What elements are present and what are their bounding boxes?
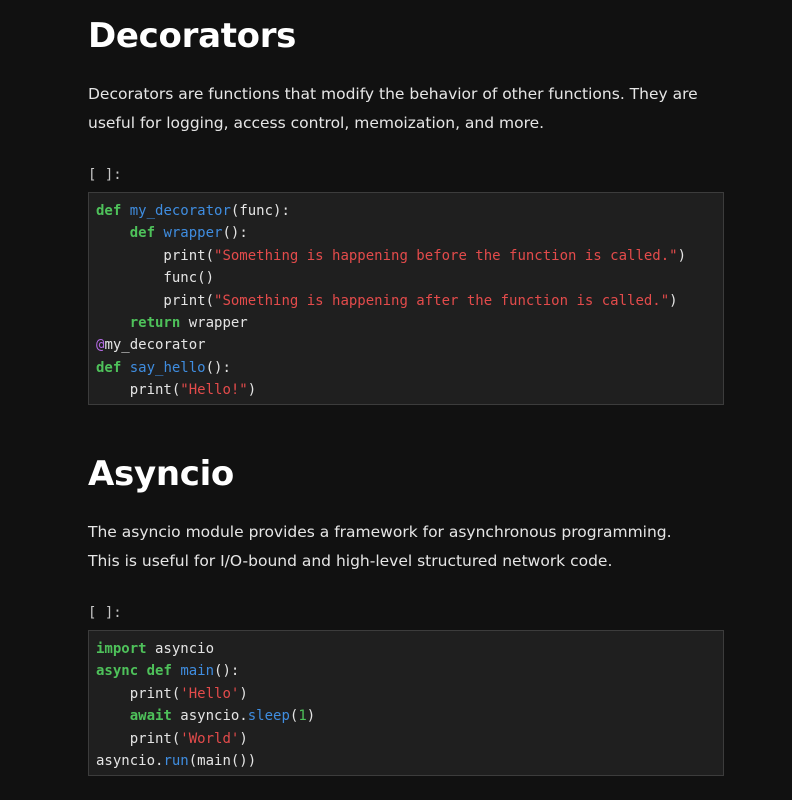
code-token: import: [96, 641, 147, 657]
code-line: async def main():: [96, 660, 716, 682]
code-token: ): [239, 730, 248, 747]
code-line: def say_hello():: [96, 357, 716, 379]
code-token: print(: [96, 382, 181, 399]
markdown-cell-decorators: Decorators are functions that modify the…: [88, 85, 698, 132]
code-token: print(: [96, 292, 215, 309]
section-heading-asyncio: Asyncio: [88, 454, 234, 494]
code-token: ():: [205, 359, 231, 376]
cell-execution-prompt: [ ]:: [88, 605, 122, 621]
code-token: def: [96, 359, 122, 376]
code-token: sleep: [247, 708, 290, 725]
code-token: ():: [214, 663, 240, 680]
code-token: run: [163, 752, 189, 769]
code-line: asyncio.run(main()): [96, 750, 716, 772]
code-token: print(: [96, 730, 181, 747]
markdown-cell-asyncio: The asyncio module provides a framework …: [88, 523, 672, 570]
code-token: print(: [96, 247, 215, 264]
code-token: "Something is happening before the funct…: [214, 247, 678, 264]
code-token: wrapper: [180, 314, 248, 331]
code-cell-asyncio[interactable]: import asyncio async def main(): print('H…: [88, 630, 724, 776]
code-token: my_decorator: [104, 337, 206, 354]
code-token: (func):: [230, 203, 290, 219]
code-line: func(): [96, 267, 716, 289]
code-line: return wrapper: [96, 312, 716, 334]
code-token: my_decorator: [129, 203, 231, 219]
code-token: def: [129, 225, 156, 242]
code-token: print(: [96, 685, 181, 702]
code-token: async: [96, 663, 139, 680]
code-token: ():: [222, 225, 248, 242]
section-heading-decorators: Decorators: [88, 16, 297, 56]
code-line: import asyncio: [96, 638, 716, 660]
code-line: print("Something is happening after the …: [96, 290, 716, 312]
code-token: ): [306, 708, 316, 725]
code-line: print('World'): [96, 728, 716, 750]
code-cell-decorators[interactable]: def my_decorator(func): def wrapper(): p…: [88, 192, 724, 405]
code-token: "Something is happening after the functi…: [214, 292, 670, 309]
code-token: await: [129, 708, 172, 725]
code-token: func(): [96, 270, 215, 287]
code-token: ): [669, 292, 678, 309]
code-token: def: [96, 203, 122, 219]
code-token: wrapper: [163, 225, 223, 242]
code-line: def wrapper():: [96, 222, 716, 244]
code-token: ): [247, 382, 257, 399]
code-token: ): [239, 685, 248, 702]
code-token: asyncio.: [171, 708, 248, 725]
code-token: asyncio.: [96, 752, 164, 769]
cell-execution-prompt: [ ]:: [88, 167, 122, 183]
code-token: def: [146, 663, 172, 680]
code-token: say_hello: [129, 359, 206, 376]
code-line: @my_decorator: [96, 334, 716, 356]
code-token: asyncio: [146, 641, 215, 657]
code-line: print("Something is happening before the…: [96, 245, 716, 267]
code-token: 'Hello': [180, 685, 240, 702]
code-token: 1: [298, 708, 307, 725]
code-line: print("Hello!"): [96, 379, 716, 401]
code-token: ): [677, 247, 687, 264]
code-line: print('Hello'): [96, 683, 716, 705]
code-token: main: [180, 663, 215, 680]
code-line: await asyncio.sleep(1): [96, 705, 716, 727]
code-token: 'World': [180, 730, 240, 747]
code-token: "Hello!": [180, 382, 248, 399]
code-token: (main()): [188, 752, 257, 769]
code-line: def my_decorator(func):: [96, 200, 716, 222]
code-token: return: [129, 314, 181, 331]
